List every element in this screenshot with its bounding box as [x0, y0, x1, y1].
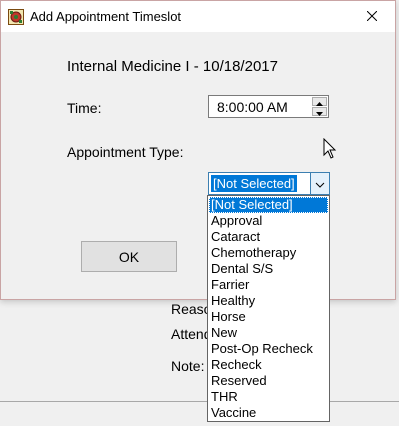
page-title: Internal Medicine I - 10/18/2017	[67, 58, 278, 75]
appointment-type-label: Appointment Type:	[67, 144, 184, 160]
ok-button[interactable]: OK	[81, 241, 177, 272]
close-icon	[366, 8, 378, 26]
chevron-down-icon	[315, 175, 325, 193]
time-value[interactable]: 8:00:00 AM	[217, 99, 288, 115]
reason-label: Reaso	[171, 301, 212, 317]
attending-label: Attend	[171, 326, 212, 342]
title-bar[interactable]: Add Appointment Timeslot	[1, 1, 395, 32]
option-dental-ss[interactable]: Dental S/S	[209, 261, 328, 277]
option-horse[interactable]: Horse	[209, 309, 328, 325]
option-recheck[interactable]: Recheck	[209, 357, 328, 373]
appointment-type-options[interactable]: [Not Selected] Approval Cataract Chemoth…	[207, 195, 330, 422]
option-vaccine[interactable]: Vaccine	[209, 405, 328, 421]
option-thr[interactable]: THR	[209, 389, 328, 405]
spin-down-button[interactable]	[312, 107, 327, 116]
time-spinner[interactable]	[312, 97, 327, 116]
mouse-cursor-icon	[323, 137, 339, 160]
option-approval[interactable]: Approval	[209, 213, 328, 229]
option-not-selected[interactable]: [Not Selected]	[209, 197, 328, 213]
window-title: Add Appointment Timeslot	[30, 9, 182, 24]
dropdown-button[interactable]	[310, 173, 329, 194]
chevron-down-icon	[316, 103, 323, 121]
time-picker[interactable]: 8:00:00 AM	[208, 95, 329, 118]
close-button[interactable]	[349, 1, 395, 32]
appointment-type-select[interactable]: [Not Selected]	[208, 172, 330, 195]
option-farrier[interactable]: Farrier	[209, 277, 328, 293]
option-chemotherapy[interactable]: Chemotherapy	[209, 245, 328, 261]
note-label: Note:	[171, 358, 205, 374]
option-healthy[interactable]: Healthy	[209, 293, 328, 309]
time-label: Time:	[67, 100, 102, 116]
option-post-op-recheck[interactable]: Post-Op Recheck	[209, 341, 328, 357]
select-current-value[interactable]: [Not Selected]	[211, 175, 297, 192]
option-new[interactable]: New	[209, 325, 328, 341]
option-cataract[interactable]: Cataract	[209, 229, 328, 245]
option-reserved[interactable]: Reserved	[209, 373, 328, 389]
app-icon	[8, 9, 24, 25]
divider	[0, 401, 399, 402]
